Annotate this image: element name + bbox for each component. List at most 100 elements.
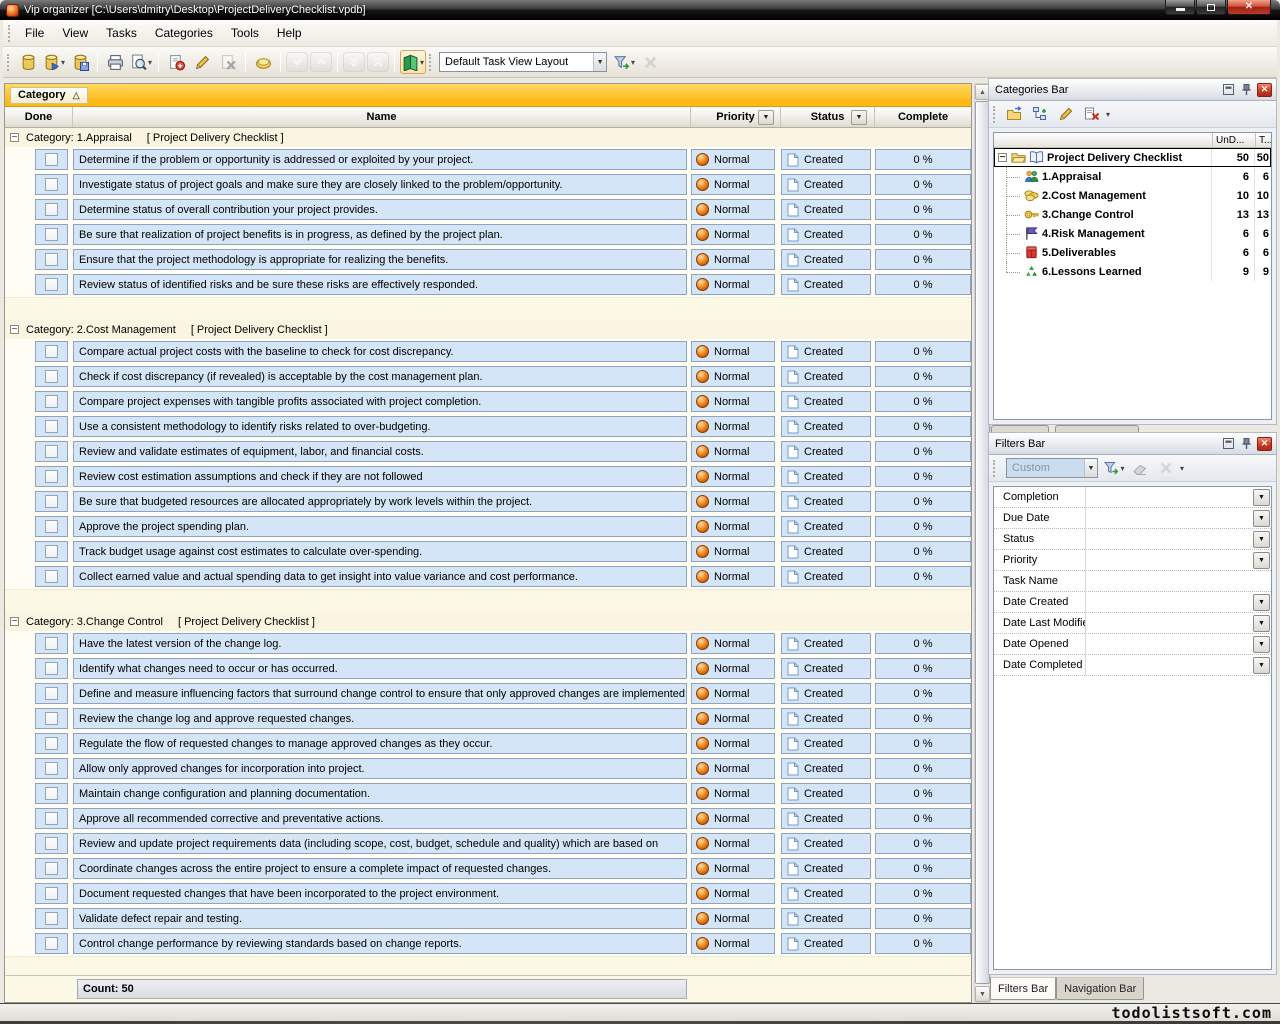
new-subcategory-button[interactable] bbox=[1028, 102, 1052, 126]
status-filter-dropdown[interactable]: ▼ bbox=[851, 110, 867, 125]
layout-toolbar-grip[interactable] bbox=[429, 54, 432, 71]
toolbar-grip[interactable] bbox=[7, 54, 10, 71]
column-header-done[interactable]: Done bbox=[5, 107, 73, 127]
dropdown-caret-icon[interactable]: ▾ bbox=[148, 58, 152, 67]
task-checkbox[interactable] bbox=[45, 520, 58, 533]
chevron-down-icon[interactable]: ▼ bbox=[1084, 459, 1097, 477]
menu-help[interactable]: Help bbox=[268, 21, 311, 45]
edit-task-button[interactable] bbox=[190, 50, 214, 74]
new-database-button[interactable] bbox=[16, 50, 40, 74]
category-group-row[interactable]: −Category: 2.Cost Management[ Project De… bbox=[5, 320, 971, 339]
task-row[interactable]: Review cost estimation assumptions and c… bbox=[5, 464, 971, 489]
task-checkbox[interactable] bbox=[45, 470, 58, 483]
task-checkbox[interactable] bbox=[45, 278, 58, 291]
close-panel-icon[interactable]: ✕ bbox=[1257, 83, 1272, 97]
task-row[interactable]: Control change performance by reviewing … bbox=[5, 931, 971, 956]
task-checkbox[interactable] bbox=[45, 445, 58, 458]
task-checkbox[interactable] bbox=[45, 837, 58, 850]
open-database-button[interactable]: ▾ bbox=[42, 50, 66, 74]
column-header-complete[interactable]: Complete bbox=[875, 107, 971, 127]
task-row[interactable]: Use a consistent methodology to identify… bbox=[5, 414, 971, 439]
task-row[interactable]: Track budget usage against cost estimate… bbox=[5, 539, 971, 564]
filter-preset-combobox[interactable]: Custom ▼ bbox=[1006, 458, 1098, 478]
filter-dropdown-icon[interactable]: ▼ bbox=[1253, 636, 1270, 653]
task-row[interactable]: Coordinate changes across the entire pro… bbox=[5, 856, 971, 881]
task-checkbox[interactable] bbox=[45, 395, 58, 408]
dock-tab-navigation-bar[interactable]: Navigation Bar bbox=[1056, 977, 1144, 1000]
task-row[interactable]: Collect earned value and actual spending… bbox=[5, 564, 971, 589]
menu-view[interactable]: View bbox=[53, 21, 97, 45]
category-tree-item[interactable]: 5.Deliverables66 bbox=[994, 243, 1271, 262]
category-tree-item[interactable]: 1.Appraisal66 bbox=[994, 167, 1271, 186]
apply-filter-button[interactable]: ▾ bbox=[1102, 456, 1126, 480]
task-row[interactable]: Approve all recommended corrective and p… bbox=[5, 806, 971, 831]
filter-value[interactable] bbox=[1086, 529, 1271, 549]
task-row[interactable]: Validate defect repair and testing.Norma… bbox=[5, 906, 971, 931]
task-row[interactable]: Allow only approved changes for incorpor… bbox=[5, 756, 971, 781]
task-checkbox[interactable] bbox=[45, 787, 58, 800]
filter-value[interactable] bbox=[1086, 508, 1271, 528]
apply-layout-button[interactable]: ▾ bbox=[612, 50, 636, 74]
task-checkbox[interactable] bbox=[45, 203, 58, 216]
filter-value[interactable] bbox=[1086, 592, 1271, 612]
new-category-button[interactable] bbox=[1002, 102, 1026, 126]
task-row[interactable]: Be sure that budgeted resources are allo… bbox=[5, 489, 971, 514]
menu-file[interactable]: File bbox=[16, 21, 53, 45]
filter-dropdown-icon[interactable]: ▼ bbox=[1253, 657, 1270, 674]
task-checkbox[interactable] bbox=[45, 937, 58, 950]
task-checkbox[interactable] bbox=[45, 253, 58, 266]
task-checkbox[interactable] bbox=[45, 545, 58, 558]
task-row[interactable]: Document requested changes that have bee… bbox=[5, 881, 971, 906]
filter-dropdown-icon[interactable]: ▼ bbox=[1253, 615, 1270, 632]
edit-category-button[interactable] bbox=[1054, 102, 1078, 126]
close-button[interactable]: ✕ bbox=[1227, 0, 1271, 15]
task-row[interactable]: Compare actual project costs with the ba… bbox=[5, 339, 971, 364]
filter-value[interactable] bbox=[1086, 634, 1271, 654]
menu-grip[interactable] bbox=[8, 25, 11, 42]
task-row[interactable]: Review and validate estimates of equipme… bbox=[5, 439, 971, 464]
task-row[interactable]: Determine status of overall contribution… bbox=[5, 197, 971, 222]
categories-button[interactable] bbox=[251, 50, 275, 74]
task-row[interactable]: Investigate status of project goals and … bbox=[5, 172, 971, 197]
menu-tools[interactable]: Tools bbox=[222, 21, 268, 45]
filter-dropdown-icon[interactable]: ▼ bbox=[1253, 510, 1270, 527]
task-checkbox[interactable] bbox=[45, 812, 58, 825]
hide-panel-icon[interactable] bbox=[1221, 437, 1236, 451]
filter-dropdown-icon[interactable]: ▼ bbox=[1253, 552, 1270, 569]
category-tree-item[interactable]: 6.Lessons Learned99 bbox=[994, 262, 1271, 281]
task-checkbox[interactable] bbox=[45, 178, 58, 191]
column-header-name[interactable]: Name bbox=[73, 107, 691, 127]
categories-toolbar-grip[interactable] bbox=[993, 106, 996, 123]
task-row[interactable]: Determine if the problem or opportunity … bbox=[5, 147, 971, 172]
filters-toolbar-grip[interactable] bbox=[993, 460, 996, 477]
save-database-button[interactable] bbox=[68, 50, 92, 74]
minimize-button[interactable] bbox=[1165, 0, 1195, 15]
collapse-icon[interactable]: − bbox=[10, 325, 19, 334]
collapse-icon[interactable]: − bbox=[10, 617, 19, 626]
column-header-total[interactable]: T... bbox=[1255, 133, 1271, 147]
layout-combobox[interactable]: Default Task View Layout ▼ bbox=[439, 52, 607, 72]
task-checkbox[interactable] bbox=[45, 912, 58, 925]
chevron-down-icon[interactable]: ▼ bbox=[593, 53, 606, 71]
task-row[interactable]: Ensure that the project methodology is a… bbox=[5, 247, 971, 272]
dropdown-caret-icon[interactable]: ▾ bbox=[631, 58, 635, 67]
task-row[interactable]: Review and update project requirements d… bbox=[5, 831, 971, 856]
filter-value[interactable] bbox=[1086, 487, 1271, 507]
dropdown-caret-icon[interactable]: ▾ bbox=[420, 58, 424, 67]
dropdown-caret-icon[interactable]: ▾ bbox=[1120, 464, 1124, 473]
task-checkbox[interactable] bbox=[45, 495, 58, 508]
filter-value[interactable] bbox=[1086, 613, 1271, 633]
task-row[interactable]: Have the latest version of the change lo… bbox=[5, 631, 971, 656]
task-checkbox[interactable] bbox=[45, 228, 58, 241]
category-tree-item[interactable]: 4.Risk Management66 bbox=[994, 224, 1271, 243]
filter-dropdown-icon[interactable]: ▼ bbox=[1253, 531, 1270, 548]
dock-tab-filters-bar[interactable]: Filters Bar bbox=[990, 977, 1056, 1000]
filter-value[interactable] bbox=[1086, 571, 1271, 591]
category-group-row[interactable]: −Category: 3.Change Control[ Project Del… bbox=[5, 612, 971, 631]
filter-dropdown-icon[interactable]: ▼ bbox=[1253, 594, 1270, 611]
dropdown-caret-icon[interactable]: ▾ bbox=[1180, 464, 1184, 473]
new-task-button[interactable] bbox=[164, 50, 188, 74]
task-checkbox[interactable] bbox=[45, 762, 58, 775]
task-checkbox[interactable] bbox=[45, 570, 58, 583]
task-checkbox[interactable] bbox=[45, 153, 58, 166]
